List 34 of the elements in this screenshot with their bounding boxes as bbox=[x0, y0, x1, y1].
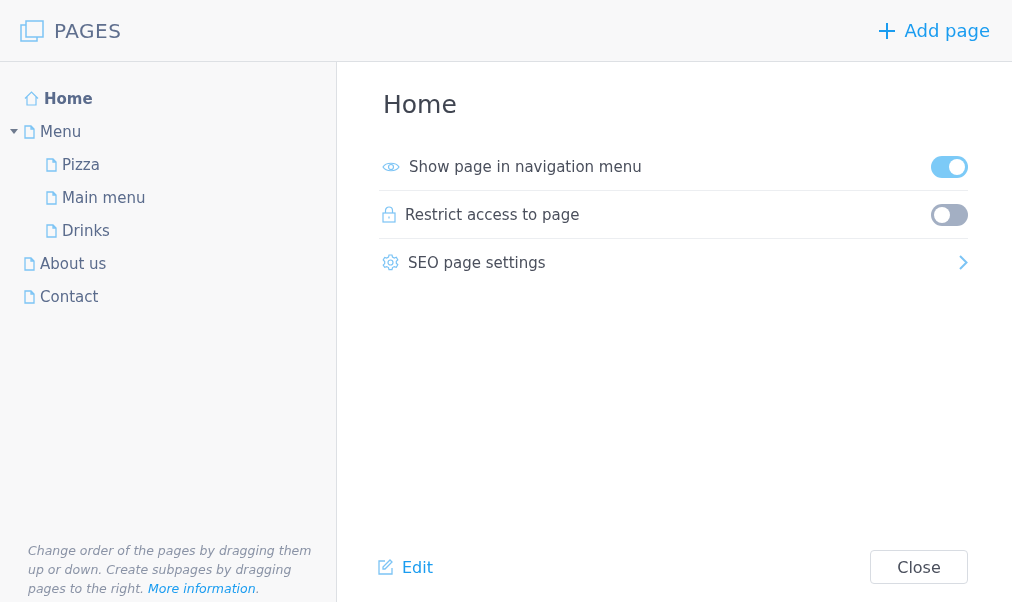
page-tree-item[interactable]: Contact bbox=[10, 280, 103, 313]
eye-icon bbox=[382, 160, 400, 173]
setting-label: Restrict access to page bbox=[405, 205, 581, 224]
page-tree-item[interactable]: Drinks bbox=[10, 214, 114, 247]
pages-icon bbox=[20, 19, 44, 42]
document-icon bbox=[46, 223, 57, 238]
chevron-right-icon[interactable] bbox=[959, 255, 968, 270]
document-icon bbox=[24, 124, 35, 139]
page-tree-item[interactable]: Main menu bbox=[10, 181, 150, 214]
page-tree-item[interactable]: Home bbox=[10, 82, 97, 115]
page-tree-item[interactable]: Pizza bbox=[10, 148, 104, 181]
page-tree-item[interactable]: Menu bbox=[10, 115, 86, 148]
help-text: Change order of the pages by dragging them up or down. Create subpages by dragging pages to the right. More information. bbox=[27, 542, 313, 598]
document-icon bbox=[46, 157, 57, 172]
setting-label: SEO page settings bbox=[408, 253, 547, 272]
document-icon bbox=[24, 289, 35, 304]
close-button[interactable]: Close bbox=[870, 550, 968, 584]
toggle-switch[interactable] bbox=[931, 155, 968, 178]
add-page-button[interactable]: Add page bbox=[879, 16, 990, 45]
page-title: Home bbox=[383, 90, 458, 119]
edit-button[interactable]: Edit bbox=[377, 555, 433, 579]
home-icon bbox=[24, 91, 39, 106]
pencil-icon bbox=[377, 559, 393, 575]
caret-icon bbox=[10, 129, 18, 134]
gear-icon bbox=[382, 254, 399, 271]
toggle-switch[interactable] bbox=[931, 203, 968, 226]
document-icon bbox=[46, 190, 57, 205]
setting-label: Show page in navigation menu bbox=[409, 157, 643, 176]
padlock-icon bbox=[382, 206, 396, 223]
more-information-link[interactable]: More information bbox=[148, 581, 256, 596]
plus-icon bbox=[879, 22, 896, 39]
document-icon bbox=[24, 256, 35, 271]
panel-title: PAGES bbox=[54, 18, 122, 43]
page-tree-item[interactable]: About us bbox=[10, 247, 111, 280]
